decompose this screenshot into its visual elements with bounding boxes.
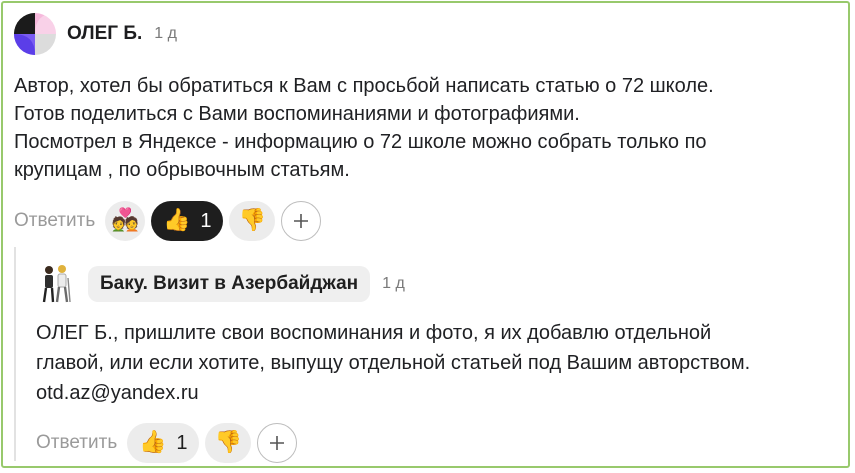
plus-icon [270, 436, 285, 450]
reply-line: ОЛЕГ Б., пришлите свои воспоминания и фо… [36, 322, 712, 344]
comment-text: Автор, хотел бы обратиться к Вам с прось… [14, 72, 834, 184]
reply-reaction-like-button[interactable]: 👍 1 [127, 423, 200, 463]
reply-author-name[interactable]: Баку. Визит в Азербайджан [88, 266, 371, 302]
reply-like-count: 1 [176, 431, 188, 454]
reply-text: ОЛЕГ Б., пришлите свои воспоминания и фо… [36, 318, 836, 408]
reply-add-reaction-button[interactable] [257, 423, 298, 463]
reply-reply-button[interactable]: Ответить [36, 432, 117, 454]
reply-comment: Баку. Визит в Азербайджан 1 д ОЛЕГ Б., п… [36, 262, 836, 464]
reply-avatar[interactable] [36, 262, 76, 306]
comment: ОЛЕГ Б. 1 д Автор, хотел бы обратиться к… [14, 10, 834, 242]
like-count: 1 [200, 209, 212, 232]
thread-line [14, 247, 16, 461]
comment-actions: Ответить 💑 👍 1 👎 [14, 200, 834, 242]
thumbs-up-icon: 👍 [138, 430, 167, 455]
comment-line: крупицам , по обрывочным статьям. [14, 159, 350, 181]
avatar-icon [14, 13, 56, 55]
reaction-love-button[interactable]: 💑 [105, 201, 146, 241]
reply-header: Баку. Визит в Азербайджан 1 д [36, 262, 836, 306]
avatar[interactable] [14, 13, 56, 55]
reply-timestamp: 1 д [382, 275, 405, 292]
thumbs-down-icon: 👎 [238, 208, 266, 233]
comment-line: Готов поделиться с Вами воспоминаниями и… [14, 103, 580, 125]
reply-author-label: Баку. Визит в Азербайджан [100, 273, 359, 294]
comment-header: ОЛЕГ Б. 1 д [14, 10, 834, 58]
timestamp: 1 д [154, 25, 177, 42]
reply-actions: Ответить 👍 1 👎 [36, 422, 836, 464]
reaction-dislike-button[interactable]: 👎 [229, 201, 276, 241]
people-icon [42, 265, 71, 303]
reaction-like-button[interactable]: 👍 1 [151, 201, 224, 241]
thumbs-up-icon: 👍 [162, 208, 191, 233]
comment-line: Посмотрел в Яндексе - информацию о 72 шк… [14, 131, 707, 153]
reply-email-link[interactable]: otd.az@yandex.ru [36, 378, 836, 408]
add-reaction-button[interactable] [281, 201, 322, 241]
reply-button[interactable]: Ответить [14, 210, 95, 232]
comment-line: Автор, хотел бы обратиться к Вам с прось… [14, 75, 714, 97]
plus-icon [294, 214, 309, 228]
couple-icon: 💑 [111, 208, 139, 233]
thumbs-down-icon: 👎 [214, 430, 242, 455]
reply-reaction-dislike-button[interactable]: 👎 [205, 423, 252, 463]
reply-line: главой, или если хотите, выпущу отдельно… [36, 352, 751, 374]
author-name[interactable]: ОЛЕГ Б. [67, 23, 142, 45]
